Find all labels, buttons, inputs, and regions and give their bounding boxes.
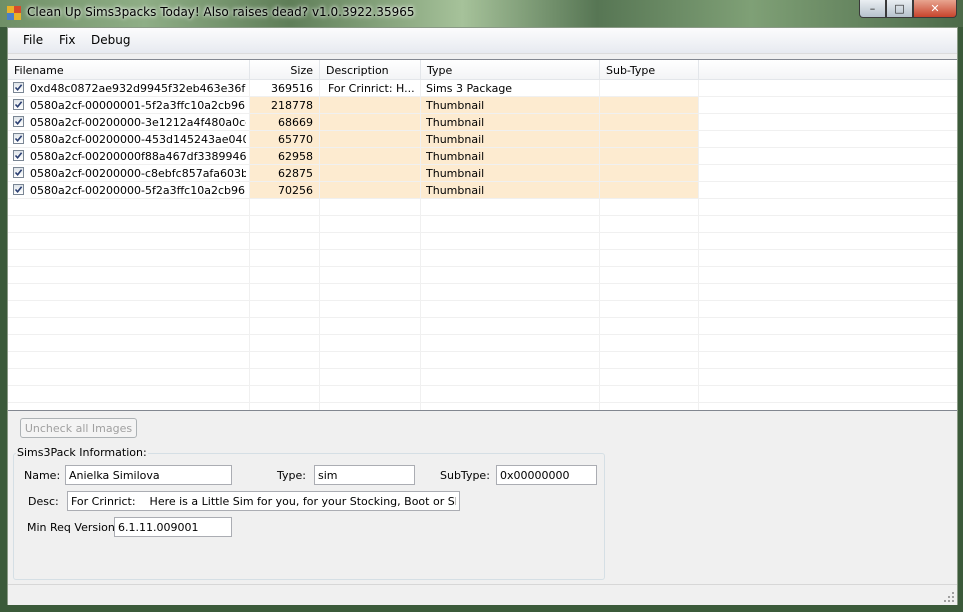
cell-type: Thumbnail <box>426 167 485 180</box>
cell-filename: 0580a2cf-00000001-5f2a3ffc10a2cb96.png <box>30 99 246 112</box>
cell-size: 62958 <box>278 150 313 163</box>
window-title: Clean Up Sims3packs Today! Also raises d… <box>27 5 415 19</box>
column-header-size[interactable]: Size <box>250 60 320 80</box>
row-gridline <box>8 181 957 182</box>
cell-size: 218778 <box>271 99 313 112</box>
cell-type: Thumbnail <box>426 99 485 112</box>
table-row[interactable]: 0580a2cf-00200000f88a467df3389946.png 629… <box>8 148 957 165</box>
cell-size: 62875 <box>278 167 313 180</box>
table-row[interactable]: 0580a2cf-00200000-3e1212a4f480a0ce.png 68… <box>8 114 957 131</box>
cell-type: Thumbnail <box>426 150 485 163</box>
row-gridline <box>8 232 957 233</box>
row-gridline <box>8 334 957 335</box>
row-gridline <box>8 385 957 386</box>
window-client-area: File Fix Debug Filename Size Description… <box>7 27 958 605</box>
checkbox-checked-icon <box>14 152 23 160</box>
checkbox-checked-icon <box>14 118 23 126</box>
subtype-field[interactable] <box>496 465 597 485</box>
row-gridline <box>8 317 957 318</box>
row-gridline <box>8 283 957 284</box>
row-gridline <box>8 130 957 131</box>
row-gridline <box>8 198 957 199</box>
maximize-button[interactable]: □ <box>886 0 913 18</box>
row-gridline <box>8 113 957 114</box>
size-grip-icon[interactable] <box>943 591 955 603</box>
cell-filename: 0580a2cf-00200000-453d145243ae040d.png <box>30 133 246 146</box>
row-gridline <box>8 300 957 301</box>
cell-size: 70256 <box>278 184 313 197</box>
row-checkbox[interactable] <box>13 116 24 127</box>
row-checkbox[interactable] <box>13 167 24 178</box>
name-label: Name: <box>24 469 61 482</box>
checkbox-checked-icon <box>14 169 23 177</box>
minimize-icon: – <box>869 2 876 15</box>
table-row[interactable]: 0580a2cf-00000001-5f2a3ffc10a2cb96.png 21… <box>8 97 957 114</box>
row-gridline <box>8 266 957 267</box>
row-checkbox[interactable] <box>13 184 24 195</box>
menu-bar: File Fix Debug <box>8 28 957 54</box>
file-list-view[interactable]: Filename Size Description Type Sub-Type … <box>8 59 957 411</box>
type-label: Type: <box>277 469 306 482</box>
maximize-icon: □ <box>894 2 905 15</box>
menu-fix[interactable]: Fix <box>59 33 75 47</box>
minimize-button[interactable]: – <box>859 0 886 18</box>
table-row[interactable]: 0580a2cf-00200000-5f2a3ffc10a2cb96.png 70… <box>8 182 957 199</box>
row-gridline <box>8 96 957 97</box>
cell-filename: 0580a2cf-00200000-c8ebfc857afa603b.png <box>30 167 246 180</box>
cell-type: Thumbnail <box>426 116 485 129</box>
cell-filename: 0580a2cf-00200000-3e1212a4f480a0ce.png <box>30 116 246 129</box>
cell-filename: 0580a2cf-00200000-5f2a3ffc10a2cb96.png <box>30 184 246 197</box>
checkbox-checked-icon <box>14 84 23 92</box>
desc-label: Desc: <box>28 495 59 508</box>
desc-field[interactable] <box>67 491 460 511</box>
checkbox-checked-icon <box>14 135 23 143</box>
row-gridline <box>8 351 957 352</box>
cell-size: 68669 <box>278 116 313 129</box>
row-gridline <box>8 249 957 250</box>
cell-type: Thumbnail <box>426 184 485 197</box>
cell-description: For Crinrict: H... <box>328 82 415 95</box>
row-gridline <box>8 147 957 148</box>
table-row[interactable]: 0580a2cf-00200000-453d145243ae040d.png 65… <box>8 131 957 148</box>
status-bar <box>8 584 957 605</box>
column-header-subtype[interactable]: Sub-Type <box>600 60 699 80</box>
window-controls: – □ ✕ <box>859 0 957 19</box>
app-icon[interactable] <box>7 6 21 20</box>
cell-filename: 0xd48c0872ae932d9945f32eb463e36f84.p... <box>30 82 246 95</box>
uncheck-all-images-button[interactable]: Uncheck all Images <box>20 418 137 438</box>
checkbox-checked-icon <box>14 186 23 194</box>
table-row[interactable]: 0xd48c0872ae932d9945f32eb463e36f84.p... 3… <box>8 80 957 97</box>
close-icon: ✕ <box>930 2 940 15</box>
sims3pack-info-title: Sims3Pack Information: <box>16 446 148 459</box>
menu-file[interactable]: File <box>23 33 43 47</box>
column-header-filename[interactable]: Filename <box>8 60 250 80</box>
row-gridline <box>8 164 957 165</box>
row-checkbox[interactable] <box>13 150 24 161</box>
table-row[interactable]: 0580a2cf-00200000-c8ebfc857afa603b.png 62… <box>8 165 957 182</box>
cell-filename: 0580a2cf-00200000f88a467df3389946.png <box>30 150 246 163</box>
min-req-version-field[interactable] <box>114 517 232 537</box>
min-req-version-label: Min Req Version: <box>27 521 119 534</box>
column-header-filler <box>699 60 957 80</box>
row-gridline <box>8 402 957 403</box>
close-button[interactable]: ✕ <box>913 0 957 18</box>
row-gridline <box>8 215 957 216</box>
row-checkbox[interactable] <box>13 133 24 144</box>
cell-type: Sims 3 Package <box>426 82 513 95</box>
cell-size: 65770 <box>278 133 313 146</box>
row-gridline <box>8 368 957 369</box>
name-field[interactable] <box>65 465 232 485</box>
row-checkbox[interactable] <box>13 82 24 93</box>
cell-type: Thumbnail <box>426 133 485 146</box>
column-header-description[interactable]: Description <box>320 60 421 80</box>
cell-size: 369516 <box>271 82 313 95</box>
menu-debug[interactable]: Debug <box>91 33 130 47</box>
type-field[interactable] <box>314 465 415 485</box>
subtype-label: SubType: <box>440 469 490 482</box>
title-bar: Clean Up Sims3packs Today! Also raises d… <box>0 0 963 27</box>
row-checkbox[interactable] <box>13 99 24 110</box>
checkbox-checked-icon <box>14 101 23 109</box>
column-header-type[interactable]: Type <box>421 60 600 80</box>
